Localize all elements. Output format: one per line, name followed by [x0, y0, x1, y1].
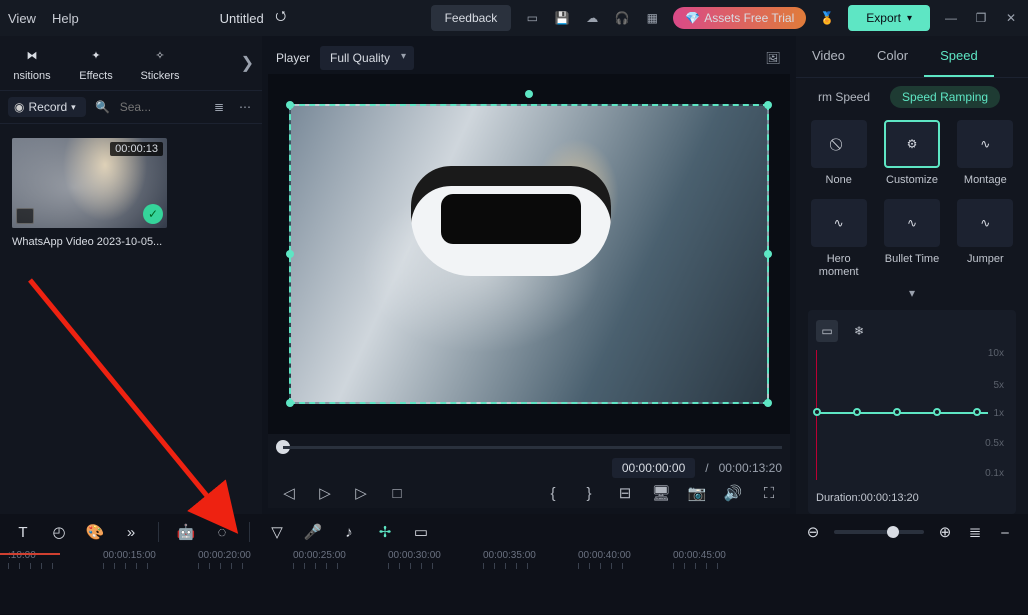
achievement-icon[interactable]: 🏅 [818, 9, 836, 27]
preset-none[interactable]: ⃠None [808, 120, 869, 187]
transitions-icon: ⧓ [21, 44, 43, 66]
effects-icon: ✦ [85, 44, 107, 66]
montage-icon: ∿ [980, 137, 990, 151]
cloud-icon[interactable]: ☁ [583, 9, 601, 27]
crop-tool-icon[interactable]: ◴ [50, 523, 68, 541]
hero-icon: ∿ [834, 216, 844, 230]
preview-viewport[interactable] [268, 74, 790, 434]
palette-tool-icon[interactable]: 🎨 [86, 523, 104, 541]
search-input[interactable] [120, 100, 175, 114]
ai-tool-icon[interactable]: 🤖 [177, 523, 195, 541]
stop-button[interactable]: □ [388, 484, 406, 502]
camera-icon[interactable]: 📷 [688, 484, 706, 502]
customize-icon: ⚙ [907, 137, 918, 151]
clip-duration: 00:00:13 [110, 142, 163, 156]
headphones-icon[interactable]: 🎧 [613, 9, 631, 27]
bullet-icon: ∿ [907, 216, 917, 230]
render-tool-icon[interactable]: ▭ [412, 523, 430, 541]
brace-left-icon[interactable]: { [544, 484, 562, 502]
tab-video[interactable]: Video [796, 36, 861, 77]
clip-added-check-icon: ✓ [143, 204, 163, 224]
tab-effects[interactable]: ✦Effects [64, 44, 128, 82]
tab-transitions[interactable]: ⧓nsitions [0, 44, 64, 82]
window-minimize[interactable]: — [942, 9, 960, 27]
cloud-sync-icon[interactable]: ⭯ [272, 9, 290, 27]
brace-right-icon[interactable]: } [580, 484, 598, 502]
more-icon[interactable]: ⋯ [236, 98, 254, 116]
record-dropdown[interactable]: ◉ Record ▾ [8, 97, 86, 117]
duration-value: 00:00:13:20 [861, 492, 919, 504]
timeline-ruler[interactable]: :10:00 00:00:15:00 00:00:20:00 00:00:25:… [0, 550, 1028, 569]
freeze-frame-button[interactable]: ❄ [848, 320, 870, 342]
window-restore[interactable]: ❐ [972, 9, 990, 27]
apps-icon[interactable]: ▦ [643, 9, 661, 27]
timeline-settings-icon[interactable]: ⎯ [996, 523, 1014, 541]
filter-icon[interactable]: ≣ [210, 98, 228, 116]
search-icon: 🔍 [94, 98, 112, 116]
stickers-icon: ✧ [149, 44, 171, 66]
media-clip[interactable]: 00:00:13 ✓ WhatsApp Video 2023-10-05... [12, 138, 167, 248]
preset-jumper[interactable]: ∿Jumper [955, 199, 1016, 279]
assets-trial-pill[interactable]: 💎 Assets Free Trial [673, 7, 806, 29]
tab-stickers[interactable]: ✧Stickers [128, 44, 192, 82]
more-tools-icon[interactable]: » [122, 523, 140, 541]
uniform-speed-tab[interactable]: rm Speed [806, 86, 882, 108]
text-tool-icon[interactable]: T [14, 523, 32, 541]
prev-frame-button[interactable]: ◁ [280, 484, 298, 502]
duration-label: Duration: [816, 492, 861, 504]
volume-icon[interactable]: 🔊 [724, 484, 742, 502]
video-type-icon [16, 208, 34, 224]
tab-speed[interactable]: Speed [924, 36, 994, 77]
preset-bullet[interactable]: ∿Bullet Time [881, 199, 942, 279]
timecode-current[interactable]: 00:00:00:00 [612, 458, 695, 478]
menu-view[interactable]: View [8, 11, 36, 26]
monitor-icon[interactable]: ▭ [523, 9, 541, 27]
speed-curve-graph[interactable]: 10x 5x 1x 0.5x 0.1x [816, 350, 1008, 480]
player-scrubber[interactable] [276, 436, 782, 458]
tab-color[interactable]: Color [861, 36, 924, 77]
preset-montage[interactable]: ∿Montage [955, 120, 1016, 187]
preset-hero[interactable]: ∿Hero moment [808, 199, 869, 279]
music-tool-icon[interactable]: ♪ [340, 523, 358, 541]
tabs-scroll-right[interactable]: ❯ [241, 53, 254, 73]
quality-dropdown[interactable]: Full Quality [320, 46, 414, 70]
save-icon[interactable]: 💾 [553, 9, 571, 27]
project-title: Untitled [220, 11, 264, 26]
timecode-total: 00:00:13:20 [719, 461, 782, 475]
timeline-view-icon[interactable]: ≣ [966, 523, 984, 541]
player-label: Player [276, 51, 310, 65]
menu-help[interactable]: Help [52, 11, 79, 26]
zoom-slider[interactable] [834, 530, 924, 534]
fullscreen-icon[interactable]: ⛶ [760, 484, 778, 502]
ratio-icon[interactable]: ⊟ [616, 484, 634, 502]
play-button[interactable]: ▷ [316, 484, 334, 502]
marker-tool-icon[interactable]: ▽ [268, 523, 286, 541]
mic-tool-icon[interactable]: 🎤 [304, 523, 322, 541]
speed-tool-icon[interactable]: ◌ [213, 523, 231, 541]
delete-keyframe-button[interactable]: ▭ [816, 320, 838, 342]
preset-customize[interactable]: ⚙Customize [881, 120, 942, 187]
snapshot-icon[interactable]: 🖼 [764, 49, 782, 67]
play-clip-button[interactable]: ▷ [352, 484, 370, 502]
display-icon[interactable]: 🖥 [652, 484, 670, 502]
zoom-out-button[interactable]: ⊖ [804, 523, 822, 541]
clip-name: WhatsApp Video 2023-10-05... [12, 236, 167, 248]
export-button[interactable]: Export ▾ [848, 5, 930, 31]
presets-expand[interactable]: ▾ [796, 284, 1028, 302]
zoom-in-button[interactable]: ⊕ [936, 523, 954, 541]
speed-ramping-tab[interactable]: Speed Ramping [890, 86, 1000, 108]
auto-tool-icon[interactable]: ✢ [376, 523, 394, 541]
window-close[interactable]: ✕ [1002, 9, 1020, 27]
feedback-button[interactable]: Feedback [431, 5, 512, 31]
jumper-icon: ∿ [980, 216, 990, 230]
